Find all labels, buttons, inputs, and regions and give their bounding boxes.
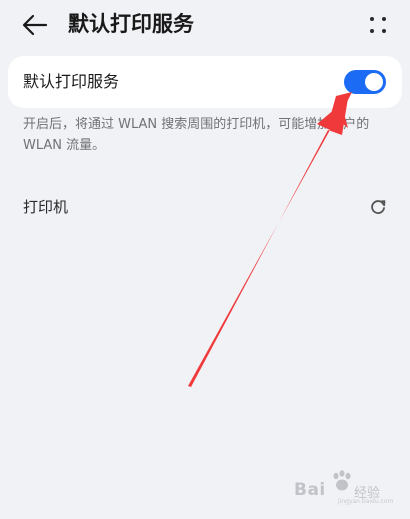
default-print-service-label: 默认打印服务: [23, 72, 120, 91]
watermark-brand: Bai: [294, 480, 326, 500]
more-dots-icon: [370, 17, 386, 33]
page-title: 默认打印服务: [68, 12, 194, 36]
printer-label: 打印机: [23, 198, 69, 216]
service-description: 开启后，将通过 WLAN 搜索周围的打印机，可能增加用户的 WLAN 流量。: [23, 117, 370, 153]
default-print-service-toggle[interactable]: [344, 70, 386, 94]
more-options-button[interactable]: [364, 11, 392, 39]
app-header: 默认打印服务: [0, 0, 410, 50]
default-print-service-card: 默认打印服务: [8, 56, 402, 108]
paw-icon: [333, 470, 351, 491]
refresh-icon: [371, 200, 386, 214]
toggle-knob: [365, 73, 383, 91]
printer-section-header: 打印机: [0, 190, 410, 224]
watermark-url: jingyan.baidu.com: [338, 498, 394, 505]
back-button[interactable]: [20, 10, 50, 40]
arrow-left-icon: [22, 14, 48, 36]
watermark: Bai 经验 jingyan.baidu.com: [292, 470, 404, 505]
refresh-button[interactable]: [366, 195, 390, 219]
